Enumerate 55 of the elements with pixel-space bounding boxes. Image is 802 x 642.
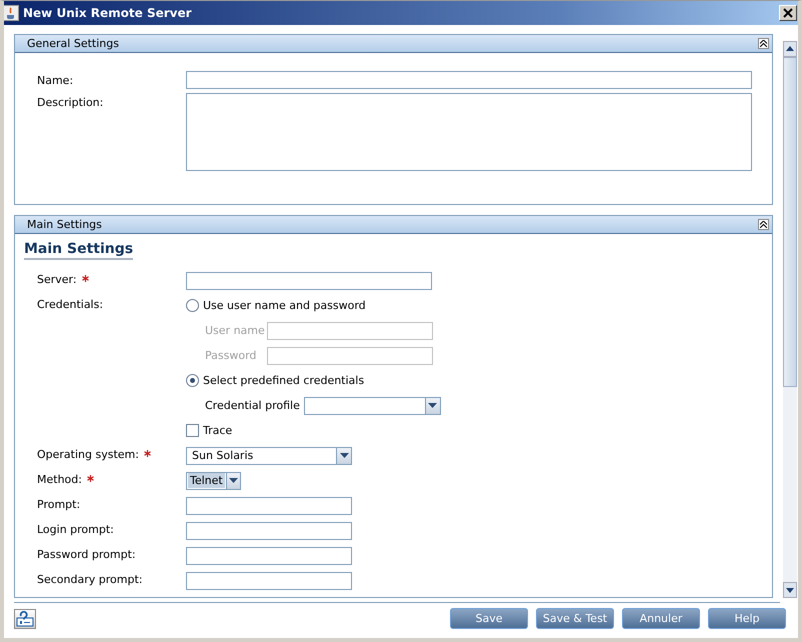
input-field[interactable] <box>186 546 352 564</box>
field-label: Password prompt: <box>37 548 136 561</box>
help-button[interactable] <box>14 608 36 628</box>
dialog-button[interactable]: Save & Test <box>536 608 614 629</box>
collapse-button[interactable] <box>758 38 769 49</box>
option-label: Select predefined credentials <box>203 374 364 387</box>
section-heading: Main Settings <box>24 241 134 260</box>
checkbox[interactable] <box>186 424 199 437</box>
field-label: Password <box>205 349 258 362</box>
scrollbar[interactable] <box>783 41 797 598</box>
dropdown[interactable]: Telnet <box>186 472 241 490</box>
radio-button[interactable] <box>186 299 199 312</box>
caret-icon <box>228 478 238 483</box>
dialog-button[interactable]: Help <box>708 608 786 629</box>
field-label: Description: <box>37 95 104 109</box>
input-field[interactable] <box>186 71 752 89</box>
field-label: Login prompt: <box>37 523 114 536</box>
radio-button[interactable] <box>186 374 199 387</box>
scroll-down-icon[interactable] <box>783 582 797 598</box>
scroll-up-icon[interactable] <box>783 41 797 57</box>
caret-icon <box>340 453 348 458</box>
chevron-up-icon <box>760 221 767 228</box>
dialog-button[interactable]: Save <box>450 608 528 629</box>
field-label: User name <box>205 324 266 337</box>
help-icon <box>16 610 34 626</box>
option-label: Use user name and password <box>203 299 366 312</box>
dialog-button[interactable]: Annuler <box>622 608 700 629</box>
panel-title: Main Settings <box>27 218 102 231</box>
collapse-button[interactable] <box>758 219 769 230</box>
chevron-up-icon <box>760 40 767 47</box>
dropdown-value: Telnet <box>188 473 225 488</box>
input-field[interactable] <box>186 496 352 514</box>
text-area[interactable] <box>186 93 752 171</box>
input-field[interactable] <box>186 272 432 290</box>
field-label: Prompt: <box>37 498 80 511</box>
window-title: New Unix Remote Server <box>23 6 193 20</box>
close-icon <box>783 8 793 18</box>
field-label: Credential profile <box>205 399 300 412</box>
field-label: Server: <box>37 273 77 286</box>
field-label: Secondary prompt: <box>37 573 142 586</box>
field-label: Credentials: <box>37 298 104 311</box>
dropdown[interactable]: Sun Solaris <box>186 446 352 464</box>
panel-title: General Settings <box>27 37 119 50</box>
dropdown[interactable] <box>304 396 441 414</box>
field-label: Operating system: <box>37 448 139 461</box>
input-field[interactable] <box>186 522 352 540</box>
dropdown-value: Sun Solaris <box>191 449 254 462</box>
cup-icon <box>4 5 19 21</box>
option-label: Trace <box>203 424 232 437</box>
field-label: Method: <box>37 473 82 486</box>
close-button[interactable] <box>779 5 797 21</box>
input-field[interactable] <box>186 572 352 590</box>
caret-icon <box>428 403 438 408</box>
field-label: Name: <box>37 73 74 87</box>
scroll-thumb[interactable] <box>783 57 797 387</box>
